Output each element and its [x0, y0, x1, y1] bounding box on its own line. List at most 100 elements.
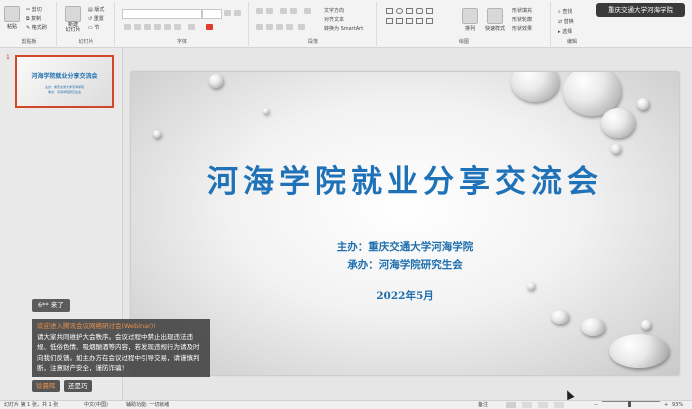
- water-drop: [511, 72, 559, 102]
- star-shape-icon[interactable]: [406, 18, 413, 24]
- bold-icon[interactable]: [124, 24, 131, 30]
- rectangle-shape-icon[interactable]: [386, 8, 393, 14]
- section-button[interactable]: ▭ 节: [88, 24, 99, 31]
- align-left-icon[interactable]: [256, 24, 263, 30]
- water-drop: [609, 334, 669, 368]
- font-family-select[interactable]: [122, 9, 202, 19]
- numbering-icon[interactable]: [266, 8, 273, 14]
- textbox-shape-icon[interactable]: [406, 8, 413, 14]
- zoom-slider[interactable]: [602, 401, 660, 402]
- columns-icon[interactable]: [298, 24, 305, 30]
- select-button[interactable]: ▸ 选择: [558, 28, 572, 35]
- rounded-rect-shape-icon[interactable]: [416, 8, 423, 14]
- thumbnail-co-organizer: 承办：河海学院研究生会: [47, 90, 81, 94]
- slide-co-organizer: 承办：河海学院研究生会: [347, 259, 463, 271]
- format-painter-button[interactable]: ✎ 格式刷: [26, 24, 47, 31]
- slides-group: 新建 幻灯片 ▤ 版式 ↺ 重置 ▭ 节 幻灯片: [58, 2, 115, 46]
- editing-group-label: 编辑: [566, 39, 577, 45]
- font-size-select[interactable]: [202, 9, 222, 19]
- slideshow-icon[interactable]: [554, 402, 564, 408]
- reset-button[interactable]: ↺ 重置: [88, 15, 104, 22]
- more-shapes-icon[interactable]: [426, 18, 433, 24]
- line-shape-icon[interactable]: [396, 18, 403, 24]
- thumbnail-title: 河海学院就业分享交流会: [31, 73, 98, 80]
- justify-icon[interactable]: [286, 24, 293, 30]
- slide-date: 2022年5月: [376, 290, 434, 302]
- paste-icon: [4, 6, 20, 22]
- meeting-notice: 欢迎进入腾讯会议网络研讨会(Webinar)! 请大家共同维护大会秩序。会议过程…: [32, 319, 210, 377]
- copy-button[interactable]: ⧉ 复制: [26, 15, 41, 22]
- slide-thumbnail[interactable]: 河海学院就业分享交流会 主办：重庆交通大学河海学院 承办：河海学院研究生会: [15, 55, 114, 108]
- font-group: 字体: [116, 2, 249, 46]
- increase-font-icon[interactable]: [224, 10, 231, 16]
- bullets-icon[interactable]: [256, 8, 263, 14]
- text-direction-button[interactable]: 文字方向: [324, 7, 344, 14]
- paragraph-group: 文字方向 对齐文本 转换为 SmartArt 段落: [250, 2, 377, 46]
- water-drop: [611, 144, 621, 154]
- decrease-indent-icon[interactable]: [280, 8, 287, 14]
- char-spacing-icon[interactable]: [174, 24, 181, 30]
- drawing-group-label: 绘图: [458, 39, 469, 45]
- shape-effects-button[interactable]: 形状效果: [512, 25, 532, 32]
- brace-shape-icon[interactable]: [416, 18, 423, 24]
- notice-body: 请大家共同维护大会秩序。会议过程中禁止出现违法违规、低俗色情、吸烟酗酒等内容，若…: [37, 332, 200, 373]
- oval-shape-icon[interactable]: [396, 8, 403, 14]
- strikethrough-icon[interactable]: [154, 24, 161, 30]
- underline-icon[interactable]: [144, 24, 151, 30]
- clipboard-group: 粘贴 ✂ 剪切 ⧉ 复制 ✎ 格式刷 剪贴板: [2, 2, 57, 46]
- arrange-icon: [462, 8, 478, 24]
- drawing-group: 排列 快速样式 形状填充 形状轮廓 形状效果 绘图: [378, 2, 551, 46]
- font-color-icon[interactable]: [206, 24, 213, 30]
- align-text-button[interactable]: 对齐文本: [324, 16, 344, 23]
- arrow-shape-icon[interactable]: [386, 18, 393, 24]
- notice-header: 欢迎进入腾讯会议网络研讨会(Webinar)!: [37, 322, 156, 330]
- editing-group: ⌕ 查找 ⇄ 替换 ▸ 选择 编辑: [552, 2, 592, 46]
- ribbon: 粘贴 ✂ 剪切 ⧉ 复制 ✎ 格式刷 剪贴板 新建 幻灯片 ▤ 版式 ↺ 重置 …: [0, 0, 692, 48]
- arrange-button[interactable]: 排列: [462, 8, 478, 32]
- slide-organizer: 主办：重庆交通大学河海学院: [336, 241, 474, 253]
- layout-button[interactable]: ▤ 版式: [88, 6, 104, 13]
- zoom-slider-handle[interactable]: [628, 401, 631, 407]
- quick-styles-icon: [487, 8, 503, 24]
- paste-button[interactable]: 粘贴: [4, 6, 20, 30]
- decrease-font-icon[interactable]: [234, 10, 241, 16]
- new-slide-icon: [65, 6, 81, 22]
- triangle-shape-icon[interactable]: [426, 8, 433, 14]
- slide-title: 河海学院就业分享交流会: [207, 164, 603, 200]
- shadow-icon[interactable]: [164, 24, 171, 30]
- new-slide-button[interactable]: 新建 幻灯片: [62, 6, 84, 33]
- water-drop: [637, 98, 649, 110]
- font-group-label: 字体: [176, 39, 187, 45]
- thumbnail-number: 1: [6, 54, 10, 61]
- align-center-icon[interactable]: [266, 24, 273, 30]
- thumbnail-organizer: 主办：重庆交通大学河海学院: [44, 85, 84, 89]
- chat-message: 还是巧: [64, 380, 92, 392]
- find-button[interactable]: ⌕ 查找: [558, 8, 572, 15]
- water-drop: [581, 318, 605, 336]
- cut-button[interactable]: ✂ 剪切: [26, 6, 42, 13]
- line-spacing-icon[interactable]: [304, 8, 311, 14]
- water-drop: [153, 130, 161, 138]
- increase-indent-icon[interactable]: [290, 8, 297, 14]
- water-drop: [551, 310, 569, 324]
- reading-view-icon[interactable]: [538, 402, 548, 408]
- clipboard-group-label: 剪贴板: [21, 39, 37, 45]
- slides-group-label: 幻灯片: [78, 39, 94, 45]
- user-badge: 重庆交通大学河海学院: [596, 3, 685, 17]
- water-drop: [601, 108, 635, 138]
- slide-sorter-icon[interactable]: [522, 402, 532, 408]
- quick-styles-button[interactable]: 快速样式: [482, 8, 508, 32]
- water-drop: [209, 74, 223, 88]
- mouse-cursor: [563, 388, 575, 401]
- water-drop: [263, 108, 269, 114]
- water-drop: [641, 320, 651, 330]
- normal-view-icon[interactable]: [506, 402, 516, 408]
- italic-icon[interactable]: [134, 24, 141, 30]
- change-case-icon[interactable]: [188, 24, 195, 30]
- smartart-button[interactable]: 转换为 SmartArt: [324, 25, 363, 32]
- shape-outline-button[interactable]: 形状轮廓: [512, 16, 532, 23]
- slide-canvas[interactable]: 河海学院就业分享交流会 主办：重庆交通大学河海学院 承办：河海学院研究生会 20…: [131, 72, 679, 375]
- replace-button[interactable]: ⇄ 替换: [558, 18, 574, 25]
- align-right-icon[interactable]: [276, 24, 283, 30]
- shape-fill-button[interactable]: 形状填充: [512, 7, 532, 14]
